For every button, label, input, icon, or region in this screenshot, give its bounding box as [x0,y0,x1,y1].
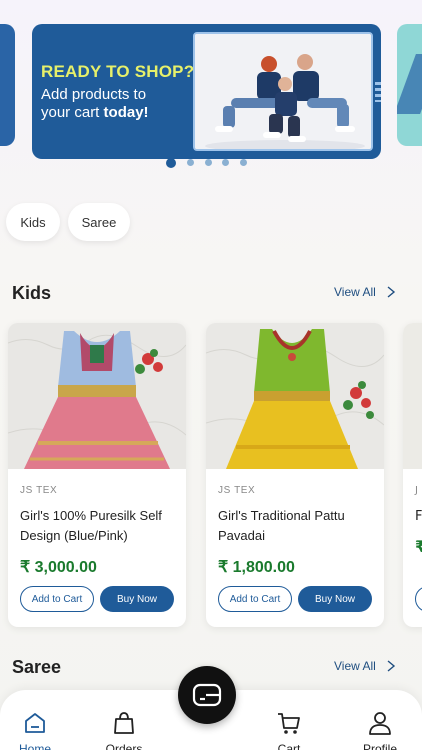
product-price: ₹ 3,000.00 [20,559,97,576]
tab-cart[interactable]: Cart [254,710,324,750]
wallet-icon [192,683,222,707]
tab-home[interactable]: Home [0,710,70,750]
tab-profile[interactable]: Profile [345,710,415,750]
banner-family-photo [193,32,373,151]
buy-now-button[interactable]: Buy Now [100,586,174,612]
product-image [403,323,422,469]
shopping-bag-icon [114,712,134,734]
banner-sub-bold: today! [103,104,149,121]
view-all-kids-link[interactable]: View All [334,285,396,299]
next-slide-card[interactable] [397,24,422,146]
tab-cart-label: Cart [277,742,301,750]
banner-subtitle: Add products to your cart today! [41,86,191,122]
chevron-right-icon [387,286,395,298]
product-brand: J [415,485,418,496]
product-card[interactable]: JS TEX Girl's Traditional Pattu Pavadai … [206,323,384,627]
carousel-dot-active[interactable] [166,158,176,168]
carousel-pagination [0,158,422,169]
buy-now-button[interactable]: Buy Now [298,586,372,612]
tab-orders-label: Orders [105,742,143,750]
carousel-dot[interactable] [187,159,194,166]
tab-home-label: Home [18,742,51,750]
banner-headline: READY TO SHOP? [41,62,195,81]
view-all-saree-link[interactable]: View All [334,659,396,673]
category-chip-saree[interactable]: Saree [68,203,130,241]
view-all-label: View All [334,285,376,299]
product-name[interactable]: Girl's Traditional Pattu Pavadai [218,506,378,546]
product-card[interactable]: JS TEX Girl's 100% Puresilk Self Design … [8,323,186,627]
wallet-fab-button[interactable] [178,666,236,724]
product-name: F [415,509,422,524]
section-title-kids: Kids [12,283,52,303]
promo-banner[interactable]: READY TO SHOP? Add products to your cart… [32,24,381,159]
product-brand: JS TEX [218,485,256,496]
carousel-dot[interactable] [205,159,212,166]
carousel-dot[interactable] [240,159,247,166]
product-card-partial[interactable]: J F ₹ [403,323,422,627]
banner-decor-stripe [375,82,381,102]
product-image [206,323,384,469]
add-to-cart-button[interactable]: Add to Cart [20,586,94,612]
add-to-cart-button[interactable] [415,586,422,612]
tab-profile-label: Profile [362,742,397,750]
previous-slide-card[interactable] [0,24,15,146]
product-name[interactable]: Girl's 100% Puresilk Self Design (Blue/P… [20,506,180,546]
tab-orders[interactable]: Orders [89,710,159,750]
product-brand: JS TEX [20,485,58,496]
chevron-right-icon [387,660,395,672]
view-all-label: View All [334,659,376,673]
category-chip-kids[interactable]: Kids [6,203,60,241]
product-image [8,323,186,469]
banner-sub-line1: Add products to [41,86,147,103]
carousel-dot[interactable] [222,159,229,166]
promo-carousel[interactable]: READY TO SHOP? Add products to your cart… [0,12,422,159]
add-to-cart-button[interactable]: Add to Cart [218,586,292,612]
home-icon [25,713,45,733]
cart-icon [278,713,300,734]
banner-sub-line2: your cart [41,104,100,121]
section-title-saree: Saree [12,657,62,677]
product-price: ₹ 1,800.00 [218,559,295,576]
user-icon [369,712,391,735]
banner-text: READY TO SHOP? Add products to your cart… [41,62,195,122]
product-price: ₹ [415,537,422,556]
